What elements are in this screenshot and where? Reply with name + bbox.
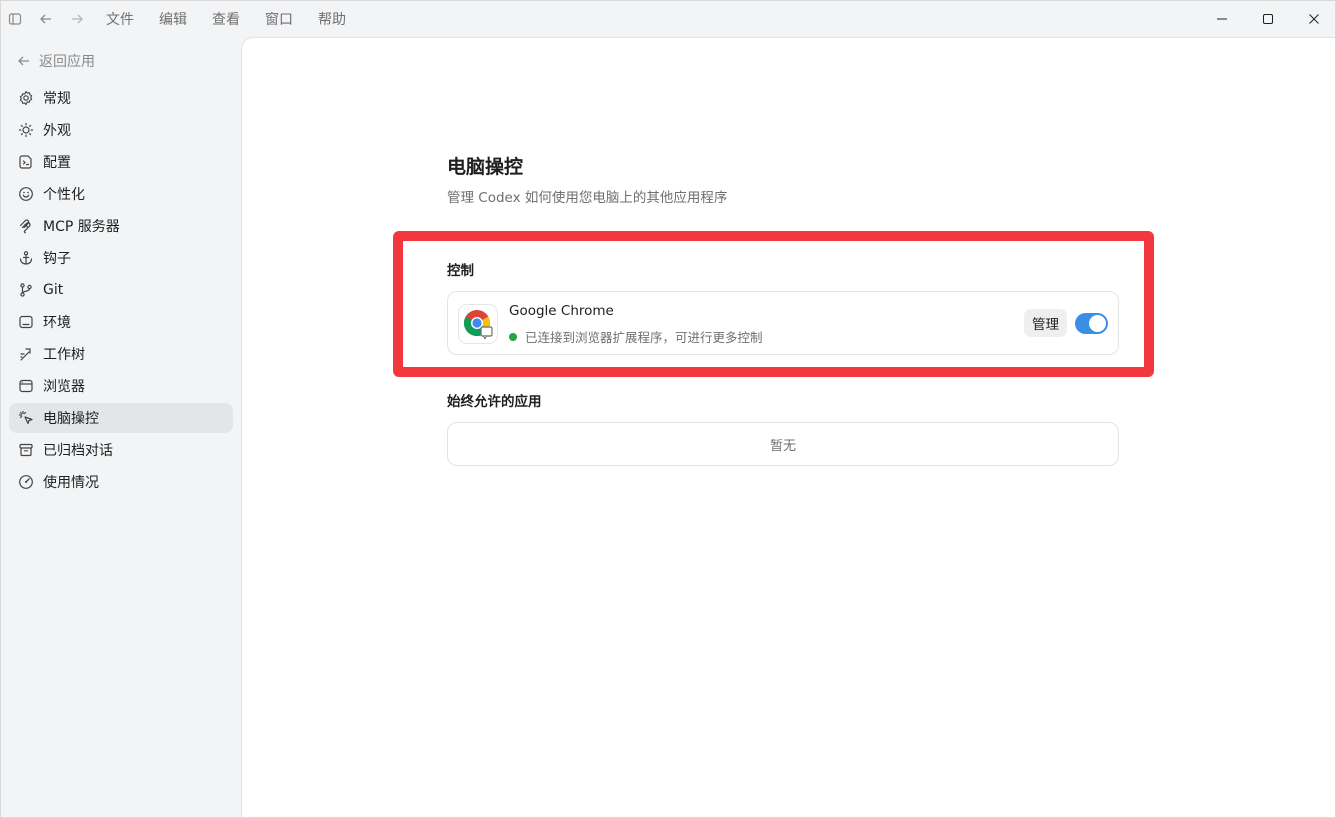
chrome-icon bbox=[458, 304, 498, 344]
sidebar-item-config[interactable]: 配置 bbox=[9, 147, 233, 177]
maximize-icon[interactable] bbox=[1245, 1, 1291, 37]
config-icon bbox=[18, 154, 34, 170]
worktree-icon bbox=[18, 346, 34, 362]
sidebar-item-usage[interactable]: 使用情况 bbox=[9, 467, 233, 497]
sidebar-item-label: 外观 bbox=[43, 123, 71, 139]
title-bar: 文件 编辑 查看 窗口 帮助 bbox=[1, 1, 1335, 37]
close-icon[interactable] bbox=[1291, 1, 1335, 37]
arrow-left-icon bbox=[18, 56, 29, 66]
monitor-icon bbox=[18, 314, 34, 330]
menu-edit[interactable]: 编辑 bbox=[159, 9, 187, 29]
back-arrow-icon[interactable] bbox=[35, 8, 57, 30]
minimize-icon[interactable] bbox=[1199, 1, 1245, 37]
app-row-google-chrome: Google Chrome 已连接到浏览器扩展程序，可进行更多控制 管理 bbox=[447, 291, 1119, 355]
sidebar-item-label: MCP 服务器 bbox=[43, 219, 120, 235]
archive-icon bbox=[18, 442, 34, 458]
sun-icon bbox=[18, 122, 34, 138]
sidebar-item-label: 配置 bbox=[43, 155, 71, 171]
anchor-icon bbox=[18, 250, 34, 266]
smile-icon bbox=[18, 186, 34, 202]
sidebar-item-label: 电脑操控 bbox=[43, 411, 99, 427]
menu-file[interactable]: 文件 bbox=[106, 9, 134, 29]
sidebar-item-label: 个性化 bbox=[43, 187, 85, 203]
sidebar-item-label: 钩子 bbox=[43, 251, 71, 267]
sidebar-item-general[interactable]: 常规 bbox=[9, 83, 233, 113]
menu-view[interactable]: 查看 bbox=[212, 9, 240, 29]
back-to-app-link[interactable]: 返回应用 bbox=[17, 51, 95, 71]
sidebar-item-mcp[interactable]: MCP 服务器 bbox=[9, 211, 233, 241]
sidebar-item-label: 常规 bbox=[43, 91, 71, 107]
manage-button[interactable]: 管理 bbox=[1024, 309, 1067, 337]
sidebar-toggle-icon[interactable] bbox=[4, 8, 26, 30]
sidebar-item-archived[interactable]: 已归档对话 bbox=[9, 435, 233, 465]
toggle-knob bbox=[1089, 315, 1106, 332]
menu-bar: 文件 编辑 查看 窗口 帮助 bbox=[106, 9, 371, 29]
control-section-label: 控制 bbox=[447, 263, 474, 279]
pointer-click-icon bbox=[18, 410, 34, 426]
sidebar-item-git[interactable]: Git bbox=[9, 275, 233, 305]
sidebar-item-label: 浏览器 bbox=[43, 379, 85, 395]
sidebar-item-label: 已归档对话 bbox=[43, 443, 113, 459]
sidebar-item-computer-control[interactable]: 电脑操控 bbox=[9, 403, 233, 433]
sidebar-item-hooks[interactable]: 钩子 bbox=[9, 243, 233, 273]
settings-panel: 电脑操控 管理 Codex 如何使用您电脑上的其他应用程序 控制 Google … bbox=[241, 37, 1335, 817]
app-status: 已连接到浏览器扩展程序，可进行更多控制 bbox=[509, 327, 763, 346]
app-name: Google Chrome bbox=[509, 303, 614, 319]
page-title: 电脑操控 bbox=[447, 156, 524, 178]
app-enabled-toggle[interactable] bbox=[1075, 313, 1108, 334]
sidebar-item-label: Git bbox=[43, 282, 64, 298]
allowed-apps-list: 暂无 bbox=[447, 422, 1119, 466]
sidebar-item-appearance[interactable]: 外观 bbox=[9, 115, 233, 145]
gear-icon bbox=[18, 90, 34, 106]
sidebar-item-worktree[interactable]: 工作树 bbox=[9, 339, 233, 369]
page-subtitle: 管理 Codex 如何使用您电脑上的其他应用程序 bbox=[447, 190, 728, 206]
sidebar-item-label: 使用情况 bbox=[43, 475, 99, 491]
menu-window[interactable]: 窗口 bbox=[265, 9, 293, 29]
sidebar-item-label: 工作树 bbox=[43, 347, 85, 363]
window-controls bbox=[1199, 1, 1335, 37]
gauge-icon bbox=[18, 474, 34, 490]
app-status-text: 已连接到浏览器扩展程序，可进行更多控制 bbox=[525, 330, 763, 345]
app-window: 文件 编辑 查看 窗口 帮助 返回应用 常规 外观 配置 个性化 MCP 服务器… bbox=[0, 0, 1336, 818]
git-branch-icon bbox=[18, 282, 34, 298]
sidebar-item-label: 环境 bbox=[43, 315, 71, 331]
mcp-icon bbox=[18, 218, 34, 234]
browser-icon bbox=[18, 378, 34, 394]
sidebar-item-personalization[interactable]: 个性化 bbox=[9, 179, 233, 209]
sidebar-item-browser[interactable]: 浏览器 bbox=[9, 371, 233, 401]
status-dot-icon bbox=[509, 332, 517, 341]
forward-arrow-icon[interactable] bbox=[66, 8, 88, 30]
settings-nav: 常规 外观 配置 个性化 MCP 服务器 钩子 Git 环境 工作树 浏览器 电… bbox=[9, 83, 233, 499]
empty-state-text: 暂无 bbox=[769, 438, 796, 454]
settings-sidebar: 返回应用 常规 外观 配置 个性化 MCP 服务器 钩子 Git 环境 工作树 … bbox=[1, 37, 241, 817]
allowed-apps-section-label: 始终允许的应用 bbox=[447, 394, 542, 410]
sidebar-item-environment[interactable]: 环境 bbox=[9, 307, 233, 337]
menu-help[interactable]: 帮助 bbox=[318, 9, 346, 29]
back-label: 返回应用 bbox=[39, 54, 95, 70]
